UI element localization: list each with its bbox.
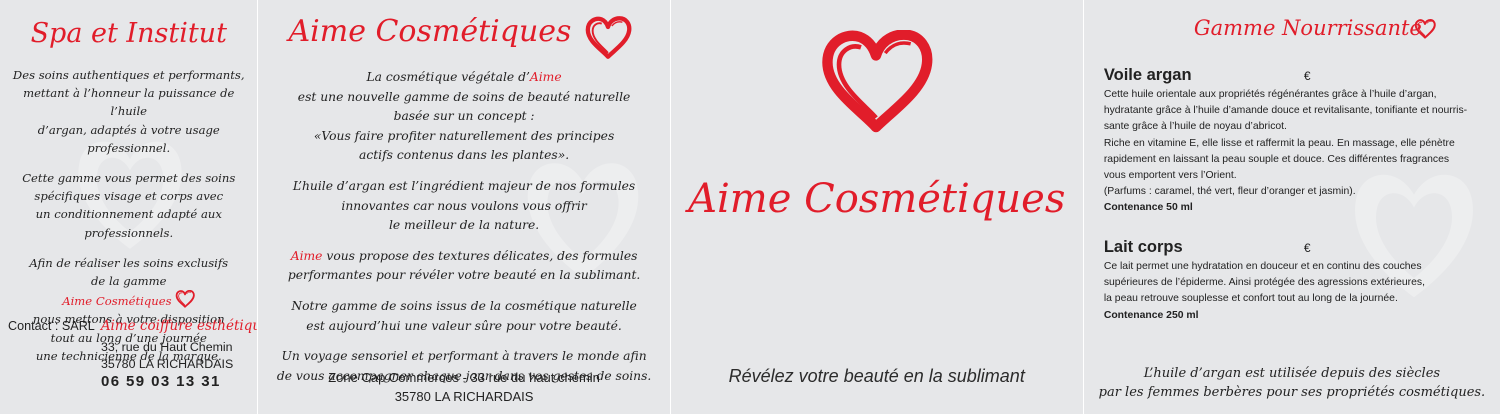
text-line: Cette huile orientale aux propriétés rég…: [1103, 89, 1437, 100]
panel-gamme-nourrissante: Gamme Nourrissante Voile argan € Cette h…: [1083, 0, 1500, 414]
text-line: hydratante grâce à l’huile d’amande douc…: [1103, 105, 1468, 117]
address-line: 35780 LA RICHARDAIS: [101, 357, 234, 371]
address-line: Zone Cap Commerces - 33 rue du haut chem…: [328, 370, 600, 385]
text-line: vous emportent vers l’Orient.: [1103, 170, 1237, 182]
contact-company: Aime coiffure esthétique: [100, 318, 258, 334]
product-description: Ce lait permet une hydratation en douceu…: [1104, 259, 1482, 308]
text-line: spécifiques visage et corps avec: [34, 189, 224, 204]
text-line: sante grâce à l’huile de noyau d’abricot…: [1103, 121, 1287, 133]
product-voile-argan: Voile argan € Cette huile orientale aux …: [1104, 66, 1482, 217]
text-line: performantes pour révéler votre beauté e…: [287, 268, 641, 283]
heart-icon: [175, 290, 195, 308]
contact-address: 33, rue du Haut Chemin 35780 LA RICHARDA…: [101, 339, 233, 390]
text-line: La cosmétique végétale d’: [366, 70, 530, 84]
tagline: Révélez votre beauté en la sublimant: [728, 366, 1025, 386]
product-description: Cette huile orientale aux propriétés rég…: [1104, 87, 1482, 200]
text-line: est une nouvelle gamme de soins de beaut…: [297, 89, 631, 104]
paragraph: Des soins authentiques et performants, m…: [8, 66, 249, 157]
panel-title: Gamme Nourrissante: [1193, 16, 1422, 40]
text-line: de la gamme: [91, 274, 167, 289]
heart-logo-icon: [817, 30, 935, 134]
heart-icon: [584, 16, 632, 60]
text-line: L’huile d’argan est utilisée depuis des …: [1143, 366, 1441, 381]
product-capacity: Contenance 50 ml: [1103, 202, 1193, 214]
text-line: mettant à l’honneur la puissance de l’hu…: [23, 86, 235, 119]
text-line: supérieures de l’épiderme. Ainsi protégé…: [1103, 277, 1425, 289]
text-line: basée sur un concept :: [393, 109, 535, 124]
address-line: 35780 LA RICHARDAIS: [394, 389, 534, 404]
panel-title: Spa et Institut: [30, 18, 227, 49]
text-line: d’argan, adaptés à votre usage professio…: [37, 122, 220, 155]
text-line: actifs contenus dans les plantes».: [359, 148, 570, 163]
product-price-currency: €: [1303, 241, 1311, 255]
product-price-currency: €: [1303, 69, 1311, 83]
product-capacity: Contenance 250 ml: [1103, 309, 1199, 321]
product-name: Voile argan: [1103, 66, 1192, 84]
text-line: Des soins authentiques et performants,: [12, 68, 245, 82]
brand-name: Aime: [290, 248, 323, 263]
text-line: Riche en vitamine E, elle lisse et raffe…: [1103, 137, 1455, 149]
panel-title: Aime Cosmétiques: [288, 14, 572, 49]
text-line: Cette gamme vous permet des soins: [22, 171, 236, 186]
text-line: Afin de réaliser les soins exclusifs: [29, 255, 229, 270]
address-line: 33, rue du Haut Chemin: [101, 340, 233, 354]
brand-logo-text: Aime Cosmétiques: [688, 176, 1066, 222]
text-line: innovantes car nous voulons vous offrir: [341, 198, 587, 213]
panel-body: La cosmétique végétale d’Aime est une no…: [266, 68, 661, 397]
address-footer: Zone Cap Commerces - 33 rue du haut chem…: [258, 368, 669, 406]
heart-icon: [1414, 18, 1436, 40]
brochure: Spa et Institut Des soins authentiques e…: [0, 0, 1500, 414]
contact-block: Contact : SARL Aime coiffure esthétique: [8, 316, 257, 336]
text-line: Un voyage sensoriel et performant à trav…: [281, 349, 647, 364]
brand-name: Aime Cosmétiques: [62, 294, 172, 309]
text-line: L’huile d’argan est l’ingrédient majeur …: [292, 178, 636, 193]
text-line: (Parfums : caramel, thé vert, fleur d’or…: [1103, 186, 1356, 198]
panel-spa-institut: Spa et Institut Des soins authentiques e…: [0, 0, 258, 414]
paragraph: La cosmétique végétale d’Aime est une no…: [266, 68, 661, 166]
text-line: par les femmes berbères pour ses proprié…: [1098, 385, 1486, 400]
brand-name: Aime: [529, 70, 562, 84]
text-line: vous propose des textures délicates, des…: [322, 248, 638, 263]
text-line: «Vous faire profiter naturellement des p…: [313, 128, 615, 143]
paragraph: Notre gamme de soins issus de la cosméti…: [266, 297, 661, 336]
argan-quote: L’huile d’argan est utilisée depuis des …: [1084, 364, 1500, 402]
panel-cover: Aime Cosmétiques Révélez votre beauté en…: [670, 0, 1083, 414]
paragraph: Aime vous propose des textures délicates…: [266, 247, 661, 286]
product-lait-corps: Lait corps € Ce lait permet une hydratat…: [1104, 238, 1482, 324]
paragraph: Cette gamme vous permet des soins spécif…: [8, 169, 249, 242]
paragraph: L’huile d’argan est l’ingrédient majeur …: [266, 177, 661, 236]
text-line: rapidement en laissant la peau souple et…: [1103, 153, 1450, 165]
text-line: Notre gamme de soins issus de la cosméti…: [291, 298, 637, 313]
phone-number: 06 59 03 13 31: [101, 373, 221, 390]
contact-label: Contact : SARL: [8, 319, 95, 333]
text-line: un conditionnement adapté aux profession…: [35, 207, 222, 240]
text-line: est aujourd’hui une valeur sûre pour vot…: [306, 318, 622, 333]
panel-aime-cosmetiques: Aime Cosmétiques La cosmétique végétale …: [258, 0, 670, 414]
text-line: le meilleur de la nature.: [388, 218, 540, 233]
product-name: Lait corps: [1103, 238, 1183, 256]
text-line: la peau retrouve souplesse et confort to…: [1103, 293, 1398, 305]
text-line: Ce lait permet une hydratation en douceu…: [1103, 261, 1422, 272]
